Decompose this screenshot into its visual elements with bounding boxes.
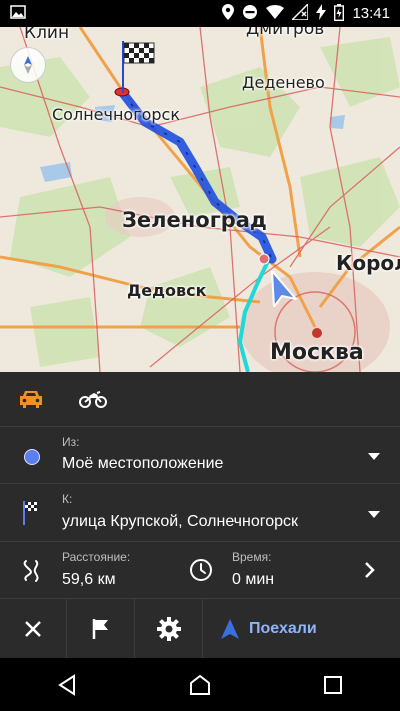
waypoint-button[interactable] — [67, 599, 135, 658]
route-info[interactable]: Расстояние: 59,6 км Время: 0 мин — [0, 542, 400, 599]
distance-value: 59,6 км — [62, 571, 116, 588]
signal-icon — [290, 2, 310, 23]
compass-icon — [18, 55, 38, 75]
route-panel: Из: Моё местоположение К: улица Крупской… — [0, 372, 400, 658]
wifi-icon — [266, 4, 285, 23]
home-icon — [189, 674, 210, 695]
go-label: Поехали — [249, 619, 317, 637]
distance-caption: Расстояние: — [62, 550, 131, 564]
map-label-zelenograd: Зеленоград — [122, 208, 267, 232]
from-dropdown-icon[interactable] — [368, 453, 380, 460]
map-label-dedovsk: Дедовск — [127, 281, 207, 300]
battery-charging-icon — [334, 3, 345, 24]
map-label-klin: Клин — [24, 27, 70, 43]
recents-icon — [324, 675, 343, 694]
back-icon — [57, 673, 75, 696]
map-label-dmitrov: Дмитров — [246, 27, 325, 39]
recents-button[interactable] — [303, 665, 363, 705]
home-button[interactable] — [170, 665, 230, 705]
destination-flag-small-icon — [22, 501, 38, 530]
map-label-solnechnogorsk: Солнечногорск — [52, 105, 181, 124]
route-distance-icon — [22, 559, 40, 588]
location-icon — [222, 4, 235, 23]
settings-button[interactable] — [135, 599, 203, 658]
system-nav-bar — [0, 658, 400, 711]
no-sim-icon — [316, 4, 327, 23]
chevron-right-icon[interactable] — [364, 561, 376, 584]
to-caption: К: — [62, 492, 73, 506]
time-caption: Время: — [232, 550, 272, 564]
destination-flag-icon — [119, 41, 157, 93]
position-arrow-icon — [266, 271, 298, 307]
gear-icon — [156, 616, 181, 641]
image-icon — [10, 5, 26, 22]
close-icon — [25, 620, 41, 637]
back-button[interactable] — [37, 665, 97, 705]
go-button[interactable]: Поехали — [203, 599, 400, 658]
car-icon — [20, 391, 42, 408]
from-value: Моё местоположение — [62, 455, 224, 472]
map-view[interactable]: Клин Дмитров Деденево Солнечногорск Зеле… — [0, 27, 400, 372]
cancel-button[interactable] — [0, 599, 67, 658]
compass-button[interactable] — [10, 47, 46, 83]
action-bar: Поехали — [0, 599, 400, 658]
map-label-dedenevo: Деденево — [242, 73, 325, 92]
to-value: улица Крупской, Солнечногорск — [62, 513, 299, 530]
map-label-moskva: Москва — [270, 340, 364, 365]
origin-dot-icon — [24, 449, 40, 465]
motorcycle-mode-button[interactable] — [73, 384, 113, 414]
flag-icon — [92, 618, 108, 639]
navigation-arrow-icon — [221, 618, 239, 639]
clock-icon — [189, 558, 213, 587]
to-dropdown-icon[interactable] — [368, 511, 380, 518]
time-value: 0 мин — [232, 571, 275, 588]
motorcycle-icon — [79, 391, 107, 408]
car-mode-button[interactable] — [11, 384, 51, 414]
from-caption: Из: — [62, 435, 80, 449]
block-icon — [242, 4, 258, 23]
map-canvas — [0, 27, 400, 372]
status-bar: 13:41 — [0, 0, 400, 27]
from-field[interactable]: Из: Моё местоположение — [0, 427, 400, 484]
clock: 13:41 — [352, 5, 390, 22]
to-field[interactable]: К: улица Крупской, Солнечногорск — [0, 484, 400, 542]
vehicle-selector — [0, 372, 400, 427]
map-label-korolev: Корол — [336, 251, 400, 275]
